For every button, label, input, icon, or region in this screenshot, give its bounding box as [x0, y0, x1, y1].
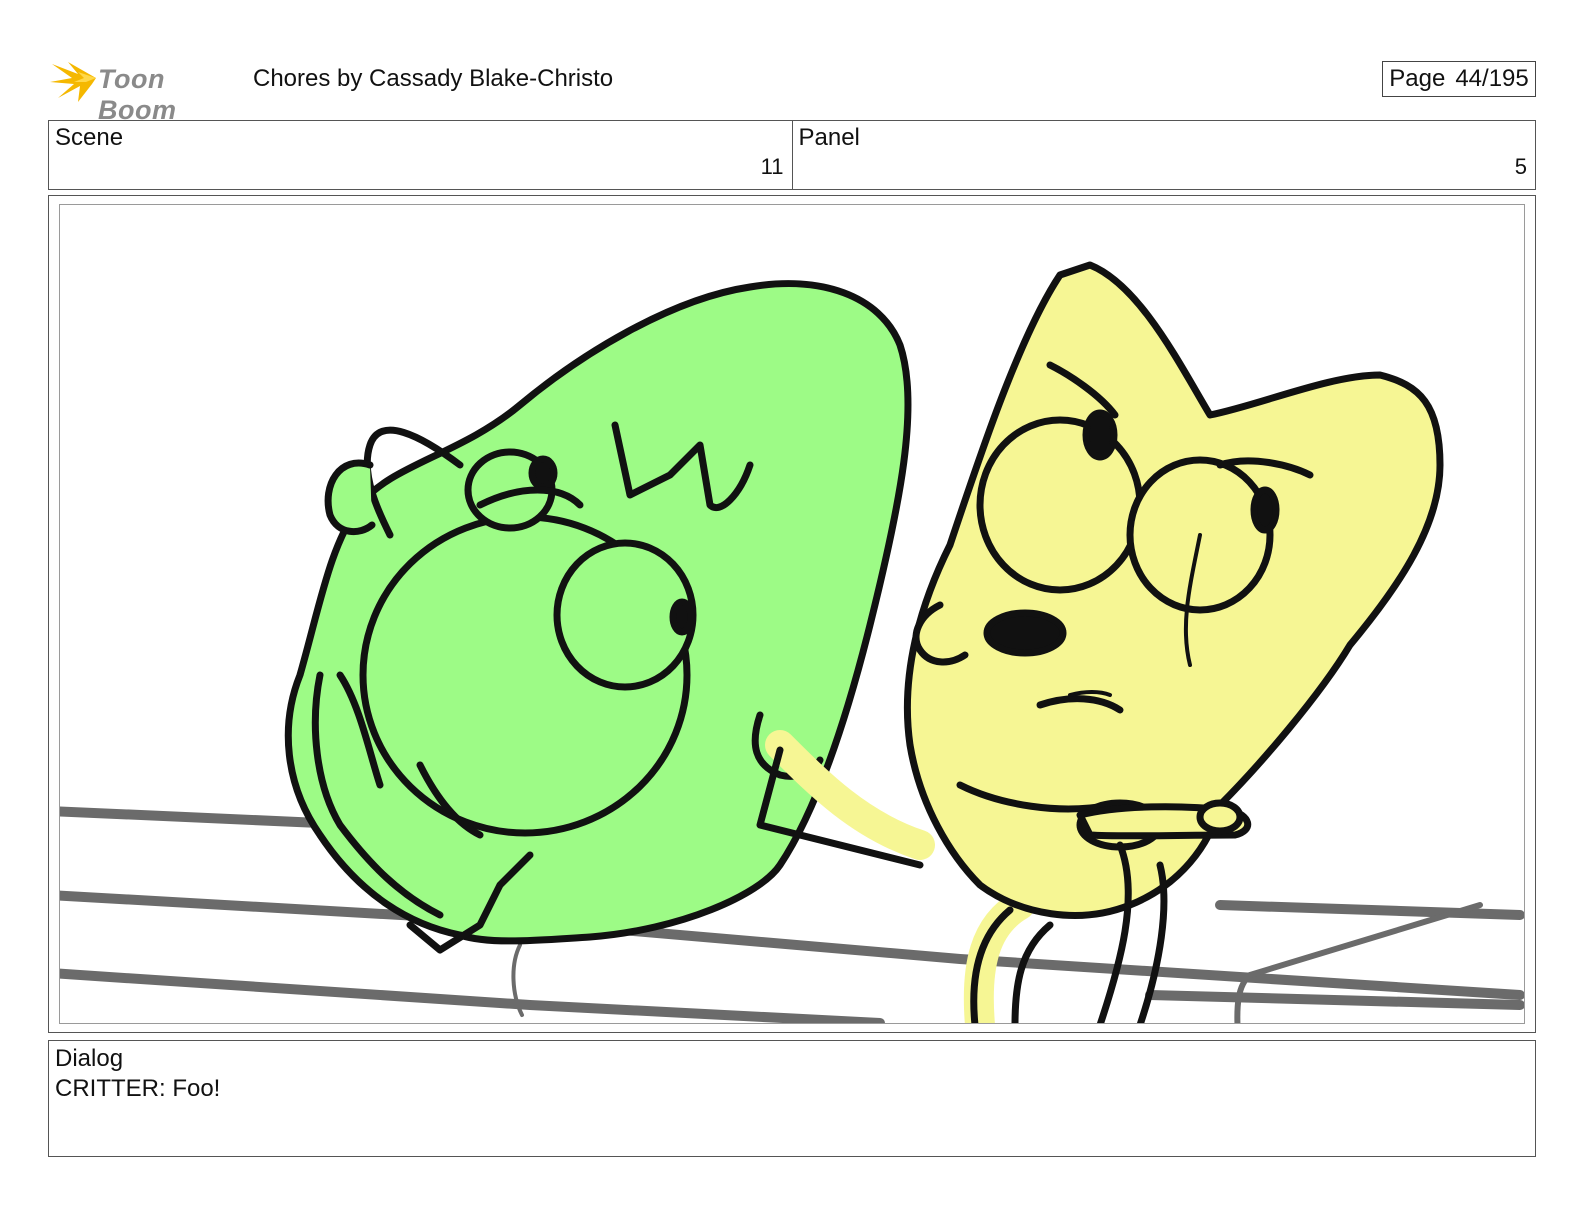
- drawing-canvas: [60, 261, 1524, 1023]
- storyboard-header: Toon Boom Chores by Cassady Blake-Christ…: [48, 52, 1536, 125]
- dialog-label: Dialog: [55, 1045, 124, 1072]
- scene-cell: Scene 11: [49, 121, 792, 189]
- panel-cell: Panel 5: [791, 121, 1536, 189]
- logo-wordmark: Toon Boom: [98, 64, 177, 125]
- page-indicator: Page 44/195: [1382, 61, 1536, 97]
- document-title: Chores by Cassady Blake-Christo: [253, 65, 614, 92]
- toon-boom-logo: Toon Boom: [48, 56, 238, 125]
- dialog-text: CRITTER: Foo!: [55, 1075, 221, 1102]
- storyboard-drawing: [59, 204, 1525, 1024]
- scene-label: Scene: [55, 124, 124, 151]
- page-label: Page: [1389, 65, 1446, 92]
- starburst-icon: [50, 62, 96, 102]
- panel-number: 5: [1514, 154, 1527, 179]
- scene-number: 11: [760, 154, 784, 179]
- page-number: 44/195: [1455, 65, 1529, 92]
- dialog-box: Dialog CRITTER: Foo!: [48, 1040, 1536, 1157]
- panel-frame: [48, 195, 1536, 1033]
- panel-label: Panel: [798, 124, 860, 151]
- green-character: [284, 280, 912, 954]
- scene-panel-row: Scene 11 Panel 5: [48, 120, 1536, 190]
